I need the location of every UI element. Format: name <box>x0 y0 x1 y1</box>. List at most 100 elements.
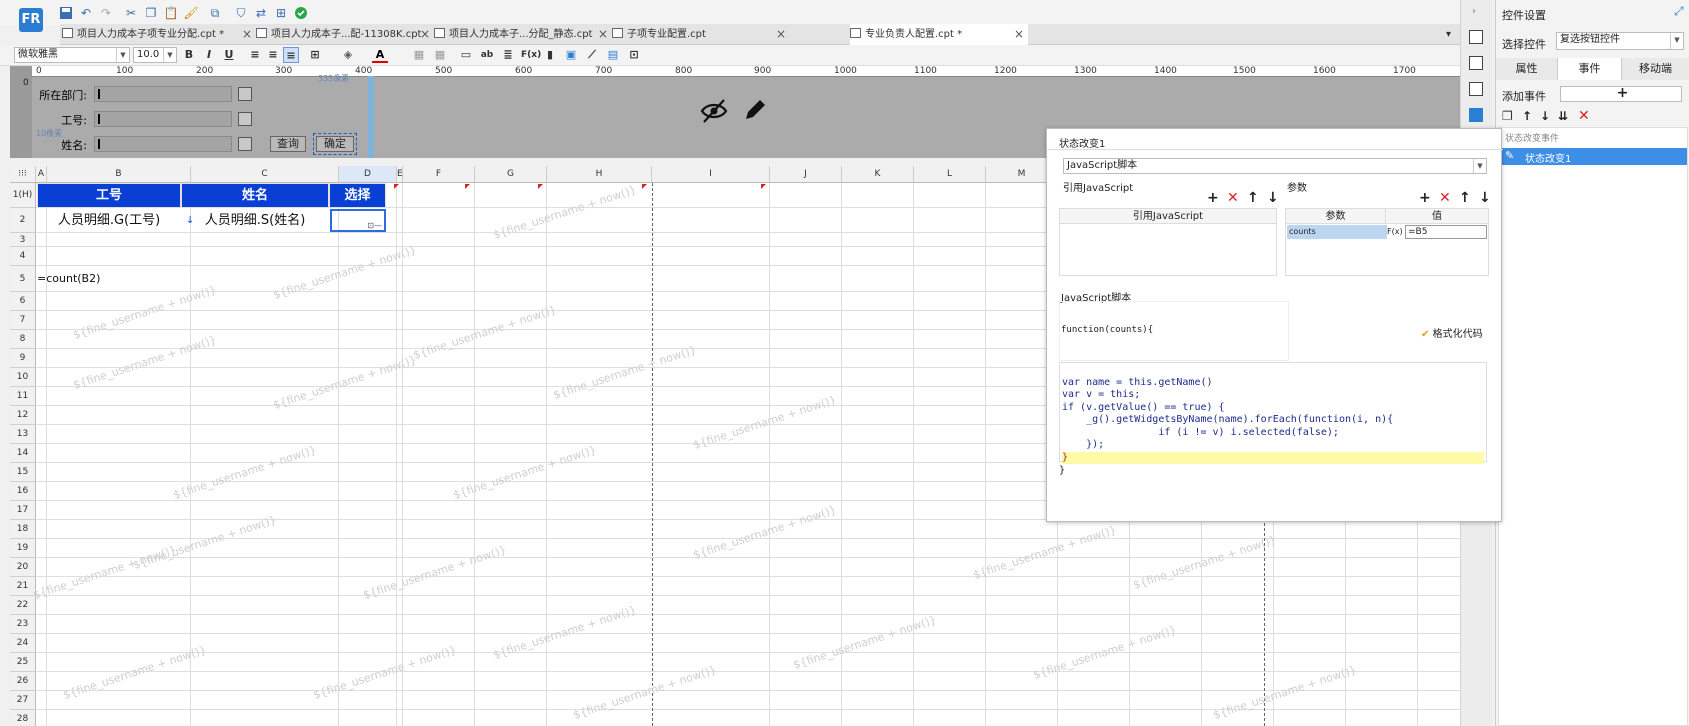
tab-properties[interactable]: 属性 <box>1496 58 1558 80</box>
param-up-icon[interactable]: ↑ <box>1459 191 1471 205</box>
column-header[interactable]: A <box>36 166 47 183</box>
code-editor[interactable]: var name = this.getName() var v = this; if… <box>1059 362 1487 464</box>
formula-button[interactable]: F(x) <box>1387 225 1403 239</box>
column-header[interactable]: F <box>403 166 475 183</box>
param-name-cell[interactable]: counts <box>1287 225 1387 239</box>
font-color-icon[interactable]: A <box>372 47 388 63</box>
move-bottom-icon[interactable]: ⇊ <box>1558 109 1568 123</box>
row-header[interactable]: 10 <box>10 368 36 387</box>
row-header[interactable]: 3 <box>10 233 36 247</box>
link-icon[interactable]: ⇄ <box>253 5 269 21</box>
row-header[interactable]: 26 <box>10 672 36 691</box>
row-header[interactable]: 20 <box>10 558 36 577</box>
column-header[interactable]: J <box>770 166 842 183</box>
row-header[interactable]: 19 <box>10 539 36 558</box>
text-icon[interactable]: ab <box>479 47 495 63</box>
field-icon[interactable]: ▭ <box>458 47 474 63</box>
move-down-icon[interactable]: ↓ <box>1540 109 1550 123</box>
cut-icon[interactable]: ✂ <box>123 5 139 21</box>
param-down-icon[interactable]: ↓ <box>1479 191 1491 205</box>
app-logo[interactable]: FR <box>19 8 43 32</box>
row-header[interactable]: 1(H) <box>10 183 36 208</box>
column-header[interactable]: D <box>339 166 397 183</box>
collapse-icon[interactable]: ⤢ <box>1674 4 1684 19</box>
tab-events[interactable]: 事件 <box>1558 58 1622 80</box>
row-header[interactable]: 22 <box>10 596 36 615</box>
tab-mobile[interactable]: 移动端 <box>1622 58 1689 80</box>
column-header[interactable]: I <box>652 166 770 183</box>
unmerge-cell-icon[interactable]: ▦ <box>432 47 448 63</box>
confirm-button[interactable]: 确定 <box>313 133 357 155</box>
tab-list-icon[interactable]: ▾ <box>1446 24 1460 45</box>
ref-js-table[interactable]: 引用JavaScript <box>1059 208 1277 276</box>
move-up-icon[interactable]: ↑ <box>1522 109 1532 123</box>
align-center-icon[interactable]: ≡ <box>265 47 281 63</box>
close-icon[interactable]: × <box>242 24 252 45</box>
column-header[interactable]: H <box>547 166 652 183</box>
row-header[interactable]: 2 <box>10 208 36 233</box>
delete-event-icon[interactable]: ✕ <box>1578 108 1590 124</box>
format-brush-icon[interactable]: 🖌 <box>183 5 199 21</box>
preview-icon[interactable]: ⧉ <box>207 5 223 21</box>
event-type-select[interactable]: JavaScript脚本 ▼ <box>1063 158 1487 174</box>
widget-settings-icon[interactable] <box>1469 108 1483 122</box>
align-right-icon[interactable]: ≡ <box>283 47 299 63</box>
query-button[interactable]: 查询 <box>270 136 306 152</box>
ref-up-icon[interactable]: ↑ <box>1247 191 1259 205</box>
row-header[interactable]: 11 <box>10 387 36 406</box>
slash-icon[interactable]: ⟋ <box>584 47 600 63</box>
tab-item[interactable]: 子项专业配置.cpt × <box>612 24 790 45</box>
department-input[interactable] <box>94 86 232 102</box>
delete-ref-icon[interactable]: ✕ <box>1227 191 1239 205</box>
cell-attr-icon[interactable] <box>1469 56 1483 70</box>
close-icon[interactable]: × <box>598 24 608 45</box>
row-header[interactable]: 23 <box>10 615 36 634</box>
chart-icon[interactable]: ▮ <box>542 47 558 63</box>
column-header[interactable]: B <box>47 166 191 183</box>
bold-button[interactable]: B <box>181 47 197 63</box>
save-icon[interactable] <box>58 5 74 21</box>
close-icon[interactable]: × <box>1014 24 1024 45</box>
fill-color-icon[interactable]: ◈ <box>340 47 356 63</box>
border-icon[interactable]: ⊞ <box>307 47 323 63</box>
row-header[interactable]: 16 <box>10 482 36 501</box>
widget-tree-icon[interactable] <box>1469 30 1483 44</box>
close-icon[interactable]: × <box>420 24 430 45</box>
department-picker-icon[interactable] <box>238 87 252 101</box>
header-cell-name[interactable]: 姓名 <box>181 183 329 208</box>
add-ref-icon[interactable]: + <box>1207 191 1219 205</box>
edit-pencil-icon[interactable] <box>742 97 768 123</box>
subreport-icon[interactable]: ▤ <box>605 47 621 63</box>
copy-event-icon[interactable]: ❐ <box>1502 109 1513 123</box>
row-header[interactable]: 24 <box>10 634 36 653</box>
widget-select[interactable]: 复选按钮控件 ▼ <box>1556 32 1684 50</box>
row-header[interactable]: 12 <box>10 406 36 425</box>
event-item[interactable]: ✎ 状态改变1 <box>1499 148 1687 165</box>
row-header[interactable]: 5 <box>10 266 36 292</box>
close-icon[interactable]: × <box>776 24 786 45</box>
chevron-right-icon[interactable]: › <box>1472 6 1476 17</box>
paragraph-icon[interactable]: ≣ <box>500 47 516 63</box>
delete-param-icon[interactable]: ✕ <box>1439 191 1451 205</box>
column-header[interactable]: G <box>475 166 547 183</box>
employee-id-picker-icon[interactable] <box>238 112 252 126</box>
filter-icon[interactable]: ⛉ <box>233 5 249 21</box>
param-value-input[interactable]: =B5 <box>1405 225 1487 239</box>
row-header[interactable]: 6 <box>10 292 36 311</box>
column-header[interactable]: L <box>914 166 986 183</box>
add-param-icon[interactable]: + <box>1419 191 1431 205</box>
add-event-button[interactable]: + <box>1560 86 1682 102</box>
row-header[interactable]: 25 <box>10 653 36 672</box>
formula-cell[interactable]: =count(B2) <box>37 266 137 292</box>
check-icon[interactable] <box>293 5 309 21</box>
row-header[interactable]: 13 <box>10 425 36 444</box>
undo-icon[interactable]: ↶ <box>78 5 94 21</box>
align-left-icon[interactable]: ≡ <box>247 47 263 63</box>
formula-icon[interactable]: F(x) <box>521 47 541 63</box>
row-header[interactable]: 28 <box>10 710 36 726</box>
italic-button[interactable]: I <box>201 47 217 63</box>
redo-icon[interactable]: ↷ <box>98 5 114 21</box>
data-cell-employee-id[interactable]: 人员明细.G(工号) <box>37 208 181 233</box>
format-code-button[interactable]: ✔ 格式化代码 <box>1421 325 1483 340</box>
tab-item[interactable]: 项目人力成本子...分配_静态.cpt × <box>434 24 612 45</box>
